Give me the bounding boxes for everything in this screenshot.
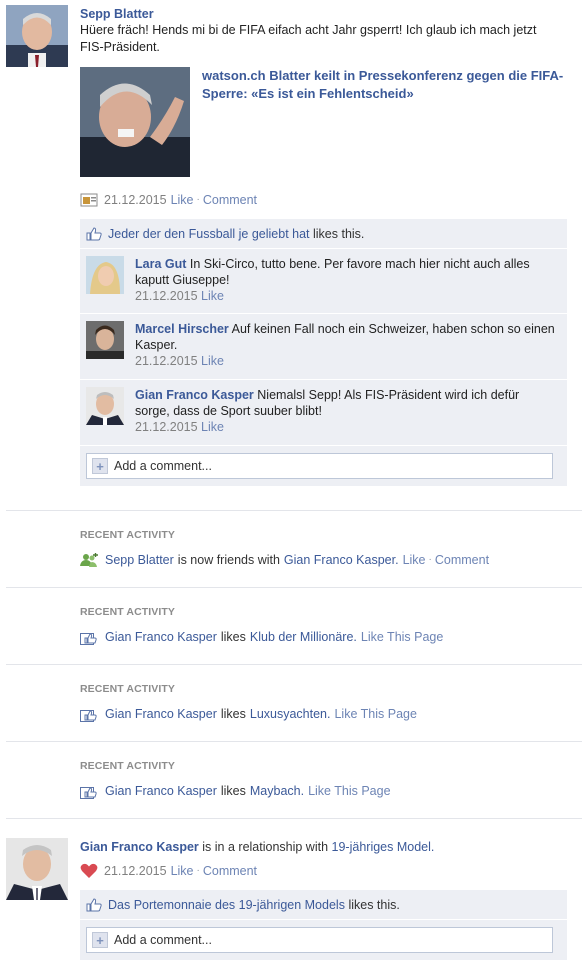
activity-subject[interactable]: Gian Franco Kasper — [105, 629, 217, 645]
attachment-thumbnail[interactable] — [80, 67, 190, 177]
post-timestamp[interactable]: 21.12.2015 — [104, 193, 167, 207]
comment-text: In Ski-Circo, tutto bene. Per favore mac… — [135, 257, 530, 287]
comment-like-link[interactable]: Like — [201, 420, 224, 434]
post-comment-link[interactable]: Comment — [203, 864, 257, 878]
recent-activity-label: RECENT ACTIVITY — [80, 529, 176, 541]
activity-verb: is now friends with — [177, 553, 280, 567]
separator-dot: · — [196, 865, 200, 876]
comment-item: Lara Gut In Ski-Circo, tutto bene. Per f… — [80, 249, 567, 314]
post-meta: 21.12.2015 Like · Comment — [80, 863, 257, 879]
add-comment-input[interactable]: + Add a comment... — [86, 927, 553, 953]
comment-timestamp[interactable]: 21.12.2015 — [135, 354, 198, 368]
post-author-name[interactable]: Gian Franco Kasper — [80, 840, 199, 854]
like-page-icon — [80, 630, 99, 645]
link-attachment[interactable]: watson.ch Blatter keilt in Pressekonfere… — [80, 67, 570, 179]
comment-item: Gian Franco Kasper Niemalsl Sepp! Als FI… — [80, 380, 567, 446]
add-comment-row: + Add a comment... — [80, 446, 567, 486]
activity-object[interactable]: Maybach. — [250, 783, 304, 799]
thumbs-up-icon — [86, 897, 102, 912]
post-author-line: Gian Franco Kasper is in a relationship … — [80, 839, 434, 855]
comment-author[interactable]: Lara Gut — [135, 257, 186, 271]
comment-like-link[interactable]: Like — [201, 289, 224, 303]
activity-line: Sepp Blatter is now friends with Gian Fr… — [80, 552, 489, 568]
activity-comment-link[interactable]: Comment — [435, 552, 489, 568]
comment-timestamp[interactable]: 21.12.2015 — [135, 289, 198, 303]
activity-subject[interactable]: Gian Franco Kasper — [105, 783, 217, 799]
avatar-sepp-blatter[interactable] — [6, 5, 68, 67]
add-comment-row: + Add a comment... — [80, 920, 567, 960]
post-sepp-blatter: Sepp Blatter Hüere fräch! Hends mi bi de… — [0, 0, 582, 505]
like-this-page-link[interactable]: Like This Page — [308, 783, 390, 799]
like-this-page-link[interactable]: Like This Page — [334, 706, 416, 722]
post-meta: 21.12.2015 Like · Comment — [80, 193, 257, 207]
add-comment-input[interactable]: + Add a comment... — [86, 453, 553, 479]
comment-author[interactable]: Gian Franco Kasper — [135, 388, 254, 402]
activity-verb: likes — [220, 630, 246, 644]
comment-author[interactable]: Marcel Hirscher — [135, 322, 229, 336]
recent-activity-label: RECENT ACTIVITY — [80, 606, 176, 618]
comment-like-link[interactable]: Like — [201, 354, 224, 368]
avatar-gian-franco-kasper[interactable] — [6, 838, 68, 900]
likers-link[interactable]: Jeder der den Fussball je geliebt hat — [108, 227, 310, 241]
activity-like-link[interactable]: Like — [403, 552, 426, 568]
heart-icon — [80, 863, 98, 879]
activity-object[interactable]: Luxusyachten. — [250, 706, 331, 722]
avatar-marcel-hirscher[interactable] — [86, 321, 124, 359]
activity-line: Gian Franco Kasper likes Klub der Millio… — [80, 629, 443, 645]
likes-suffix: likes this. — [313, 226, 365, 241]
post-author-name[interactable]: Sepp Blatter — [80, 7, 154, 21]
like-this-page-link[interactable]: Like This Page — [361, 629, 443, 645]
divider — [6, 587, 582, 588]
activity-line: Gian Franco Kasper likes Luxusyachten. L… — [80, 706, 417, 722]
avatar-lara-gut[interactable] — [86, 256, 124, 294]
comment-timestamp[interactable]: 21.12.2015 — [135, 420, 198, 434]
activity-object[interactable]: Klub der Millionäre. — [250, 629, 357, 645]
friends-icon — [80, 552, 99, 568]
attachment-title[interactable]: watson.ch Blatter keilt in Pressekonfere… — [202, 67, 572, 103]
post-text: Hüere fräch! Hends mi bi de FIFA eifach … — [80, 23, 537, 54]
attachment-source: watson.ch — [202, 68, 266, 83]
separator-dot: · — [428, 554, 432, 565]
relationship-partner[interactable]: 19-jähriges Model. — [332, 840, 435, 854]
activity-line: Gian Franco Kasper likes Maybach. Like T… — [80, 783, 391, 799]
divider — [6, 664, 582, 665]
recent-activity-label: RECENT ACTIVITY — [80, 683, 176, 695]
post-comment-link[interactable]: Comment — [203, 193, 257, 207]
comment-item: Marcel Hirscher Auf keinen Fall noch ein… — [80, 314, 567, 380]
likes-suffix: likes this. — [348, 897, 400, 912]
post-timestamp[interactable]: 21.12.2015 — [104, 864, 167, 878]
likes-summary: Jeder der den Fussball je geliebt hat li… — [80, 219, 567, 249]
post-like-link[interactable]: Like — [171, 864, 194, 878]
add-comment-placeholder: Add a comment... — [114, 459, 212, 473]
activity-verb: likes — [220, 784, 246, 798]
add-comment-plus-icon: + — [92, 458, 108, 474]
shared-link-icon — [80, 193, 98, 207]
likes-summary: Das Portemonnaie des 19-jährigen Models … — [80, 890, 567, 920]
activity-subject[interactable]: Sepp Blatter — [105, 552, 174, 568]
like-page-icon — [80, 707, 99, 722]
post-like-link[interactable]: Like — [171, 193, 194, 207]
divider — [6, 741, 582, 742]
separator-dot: · — [196, 194, 200, 205]
recent-activity-label: RECENT ACTIVITY — [80, 760, 176, 772]
add-comment-placeholder: Add a comment... — [114, 933, 212, 947]
likers-link[interactable]: Das Portemonnaie des 19-jährigen Models — [108, 898, 345, 912]
post-relationship: Gian Franco Kasper is in a relationship … — [0, 820, 582, 966]
divider — [6, 818, 582, 819]
relationship-verb: is in a relationship with — [202, 840, 329, 854]
thumbs-up-icon — [86, 226, 102, 241]
activity-subject[interactable]: Gian Franco Kasper — [105, 706, 217, 722]
avatar-gian-franco-kasper[interactable] — [86, 387, 124, 425]
post-author-line: Sepp Blatter — [80, 6, 154, 22]
activity-object[interactable]: Gian Franco Kasper. — [284, 552, 399, 568]
activity-verb: likes — [220, 707, 246, 721]
divider — [6, 510, 582, 511]
ufi-box: Das Portemonnaie des 19-jährigen Models … — [80, 890, 567, 960]
ufi-box: Jeder der den Fussball je geliebt hat li… — [80, 219, 567, 486]
add-comment-plus-icon: + — [92, 932, 108, 948]
like-page-icon — [80, 784, 99, 799]
